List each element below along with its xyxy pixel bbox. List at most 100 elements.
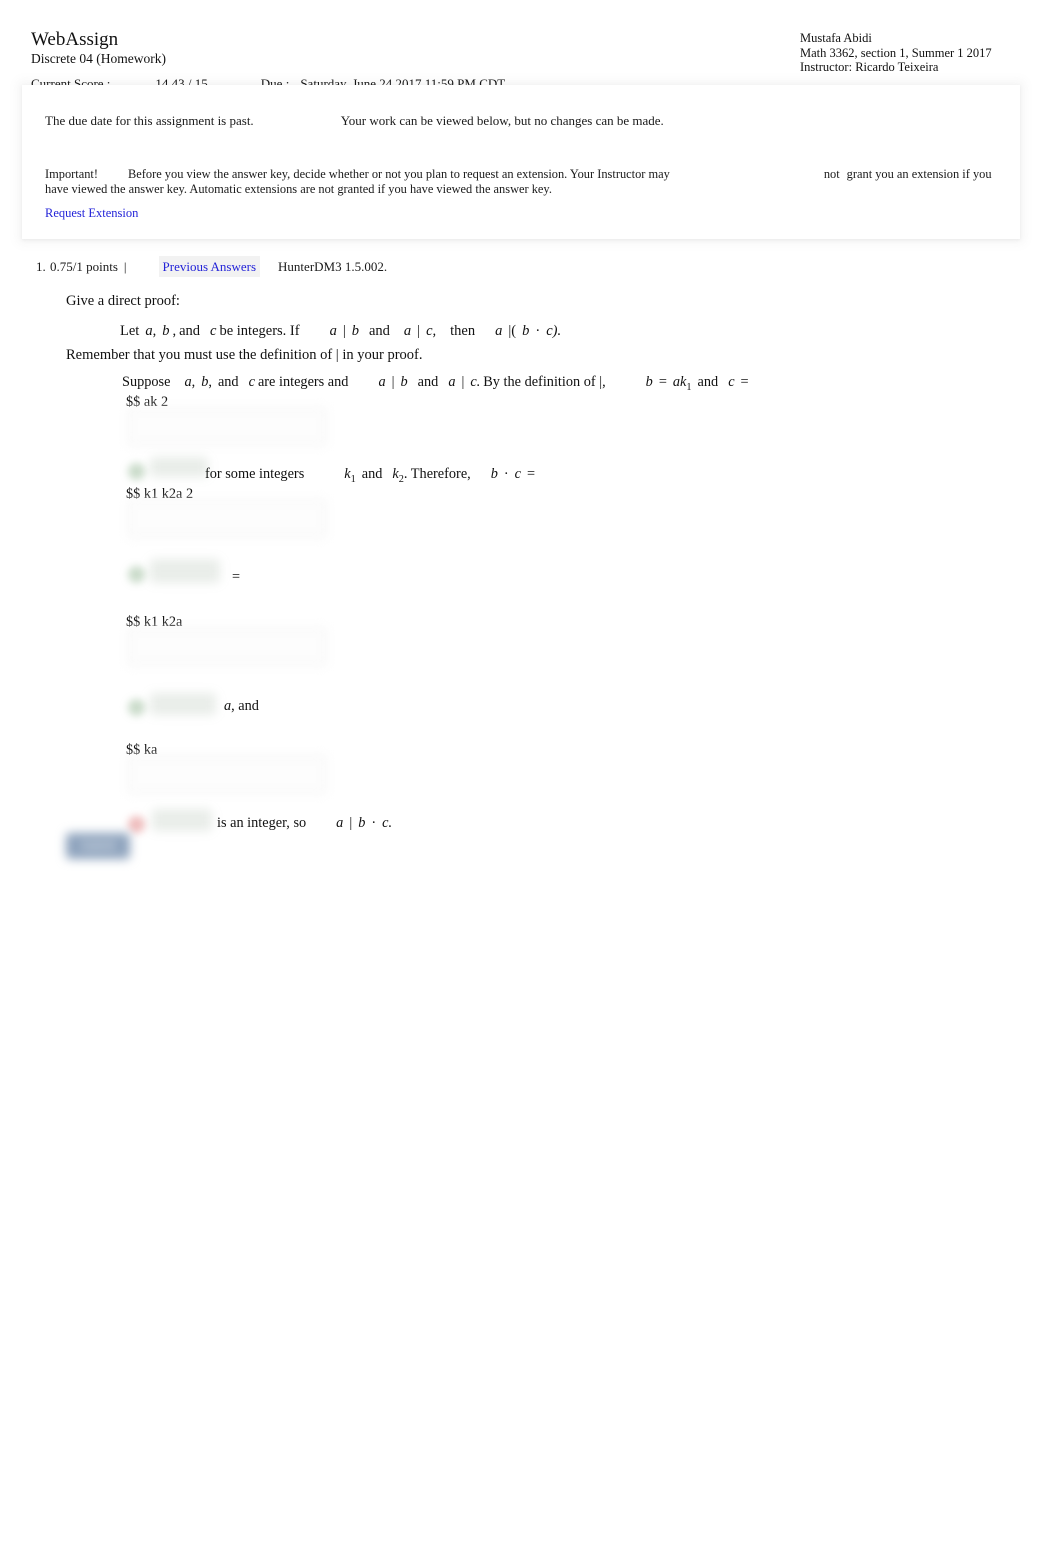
ans-and-2: and [417,374,439,390]
ans-for-some-integers: for some integers [205,466,305,482]
answer-line-a-and: a, and [224,697,259,716]
question-header-row: 1. 0.75/1 points | Previous Answers HunterDM… [36,256,388,277]
student-name: Mustafa Abidi [800,31,872,45]
answer-value-blob-1 [150,455,210,481]
answer-input-field-1[interactable] [128,408,326,445]
answer-input-box-1[interactable] [128,408,326,445]
answer-input-field-2[interactable] [128,500,326,537]
notice-past-due-text: The due date for this assignment is past… [45,113,254,128]
answer-line-suppose: Suppose a, b, and c are integers and a | b and a | c… [122,374,749,393]
answer-suppose-word: Suppose [122,374,171,390]
div1-right: b [351,323,359,339]
answer-line-is-an-integer: is an integer, so a | b · c. [217,814,392,833]
answer-input-field-4[interactable] [128,756,326,793]
prompt-title: Give a direct proof: [66,293,180,309]
ans-div2-left: a [448,374,456,390]
ans-and-k: and [361,466,383,482]
ans-by-definition: By the definition of |, [483,374,606,390]
ans-final-dot-icon: · [371,815,377,831]
ans-b-equals: b [645,374,653,390]
prompt-and-1: and [179,323,201,339]
important-text-part3: have viewed the answer key. Automatic ex… [45,181,552,196]
notice-important-block: Important! Before you view the answer key… [45,167,1000,196]
answer-line-for-some-integers: for some integers k1 and k2. Therefore, b · c = [205,465,535,489]
previous-answers-link[interactable]: Previous Answers [158,256,261,277]
important-text-part1: Before you view the answer key, decide w… [128,167,670,181]
comma-2: , [172,323,177,339]
concl-bar: |( [508,323,517,339]
important-text-part2: grant you an extension if you [846,167,992,181]
concl-a: a [495,323,503,339]
ans-div1-left: a [378,374,386,390]
div-bar-2: | [417,323,421,339]
correct-check-icon-2 [128,566,145,583]
ans-and-3: and [697,374,719,390]
ans-var-b-1: b [201,374,209,390]
div2-left: a [403,323,412,339]
concl-dot-icon: · [535,323,541,339]
ans-ak1-subscript: 1 [686,381,692,393]
concl-c: c). [546,323,562,339]
ans-is-an-integer-so: is an integer, so [217,815,307,831]
var-c-1: c [210,323,217,339]
ans-ak1: ak [672,374,687,390]
ans-div1-right: b [400,374,408,390]
answer-input-box-4[interactable] [128,756,326,793]
div1-left: a [329,323,337,339]
question-points: 0.75/1 points [50,259,118,274]
prompt-statement: Let a, b, and c be integers. If a | b and a | c, then… [120,322,561,340]
points-separator: | [123,259,127,274]
ans-c-equals: c [728,374,735,390]
ans-k1-subscript: 1 [350,473,356,485]
ans-var-a-1: a [184,374,192,390]
textbook-reference: HunterDM3 1.5.002. [278,259,388,274]
comma-1: , [152,323,157,339]
answer-input-box-3[interactable] [128,628,326,665]
var-b-1: b [162,323,170,339]
question-number: 1. [36,259,46,274]
ans-are-integers: are integers and [257,374,349,390]
instructor-info: Instructor: Ricardo Teixeira [800,60,939,75]
ans-and-1: and [217,374,239,390]
prompt-remember: Remember that you must use the definitio… [66,347,423,363]
assignment-notice-panel: The due date for this assignment is past… [22,85,1020,239]
ans-final-c: c. [382,815,393,831]
answer-value-blob-3 [150,690,218,718]
concl-b: b [522,323,530,339]
answer-input-box-2[interactable] [128,500,326,537]
student-info-block: Mustafa Abidi Math 3362, section 1, Summ… [800,31,992,75]
div2-right: c, [426,323,437,339]
incorrect-mark-icon [128,816,145,833]
important-label: Important! [45,167,98,181]
ans-eq-sign-3: = [527,466,536,482]
correct-check-icon-1 [128,463,145,480]
prompt-be-integers: be integers. If [219,323,300,339]
assignment-name: Discrete 04 (Homework) [31,51,166,66]
submit-button[interactable]: Submit [66,833,130,859]
ans-and-text: , and [231,698,259,714]
answer-input-field-3[interactable] [128,628,326,665]
notice-past-due-line: The due date for this assignment is past… [45,113,664,129]
ans-b-2: b [490,466,498,482]
answer-value-blob-2 [150,556,222,586]
brand-title: WebAssign [31,29,119,50]
page-header: WebAssign Discrete 04 (Homework) Mustafa… [0,0,1062,92]
ans-div-bar-1: | [391,374,395,390]
correct-check-icon-3 [128,699,145,716]
prompt-then: then [450,323,476,339]
ans-var-c-1: c [248,374,255,390]
ans-dot-icon-2: · [503,466,509,482]
answer-value-blob-4 [152,806,214,834]
request-extension-link[interactable]: Request Extension [45,206,138,221]
prompt-lead: Let [120,323,140,339]
ans-final-bar: | [349,815,353,831]
ans-div-bar-2: | [461,374,465,390]
ans-final-b: b [358,815,366,831]
ans-final-a: a [336,815,344,831]
important-emphasis-not: not [823,167,840,181]
answer-equals-sign: = [232,569,241,585]
course-info: Math 3362, section 1, Summer 1 2017 [800,45,992,60]
var-a-1: a [145,323,153,339]
ans-c-2: c [514,466,522,482]
ans-eq-sign-2: = [740,374,749,390]
